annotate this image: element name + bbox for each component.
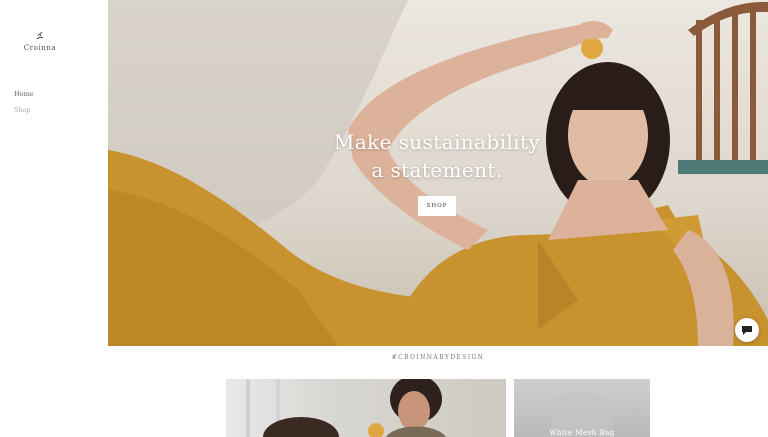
main-nav: Home Shop xyxy=(14,86,34,118)
nav-item-shop[interactable]: Shop xyxy=(14,102,34,118)
shop-button[interactable]: SHOP xyxy=(418,196,456,216)
brand-logo[interactable]: Croinna xyxy=(0,30,80,52)
hero-headline-line2: a statement. xyxy=(371,158,503,182)
nav-item-home[interactable]: Home xyxy=(14,86,34,102)
feed-item-caption: White Mesh Bag xyxy=(549,429,615,437)
chat-bubble-icon xyxy=(742,326,752,335)
feed-item[interactable]: White Mesh Bag xyxy=(514,379,650,437)
feed-image xyxy=(246,379,446,437)
hero-banner: Make sustainability a statement. SHOP xyxy=(108,0,768,346)
hero-headline-line1: Make sustainability xyxy=(333,130,541,154)
leaf-hand-icon xyxy=(36,31,44,40)
feed-hashtag[interactable]: #CROINNABYDESIGN xyxy=(108,354,768,361)
brand-name: Croinna xyxy=(23,44,57,52)
feed-item[interactable] xyxy=(226,379,506,437)
hero-headline: Make sustainability a statement. xyxy=(317,128,557,184)
sidebar: Croinna Home Shop xyxy=(0,0,108,437)
chat-button[interactable] xyxy=(735,318,759,342)
